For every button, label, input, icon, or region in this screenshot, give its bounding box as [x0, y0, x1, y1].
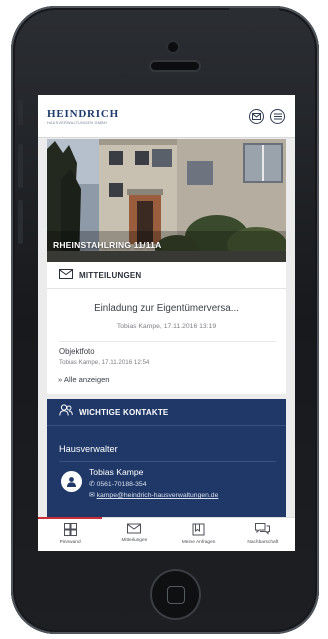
tab-pinnwand[interactable]: Pinnwand [38, 517, 103, 551]
menu-icon[interactable] [270, 109, 285, 124]
person-icon [67, 477, 76, 487]
front-camera [168, 42, 178, 52]
bottom-tab-bar: Pinnwand Mitteilungen Meine Anfragen Nac… [38, 517, 295, 551]
earpiece-speaker [151, 62, 199, 70]
avatar [61, 471, 82, 492]
contact-name: Tobias Kampe [89, 467, 144, 477]
tab-label: Mitteilungen [121, 538, 148, 543]
power-button [229, 8, 279, 14]
tab-label: Nachbarschaft [247, 540, 279, 545]
phone-icon: ✆ [89, 481, 95, 488]
tab-label: Pinnwand [59, 540, 81, 545]
contact-phone-number: 0561-70188-354 [96, 481, 147, 488]
app-header: HEINDRICH HAUSVERWALTUNGEN GMBH [38, 95, 295, 138]
contact-email-address: kampe@heindrich-hausverwaltungen.de [96, 492, 219, 499]
mute-switch [18, 99, 23, 125]
grid-icon [63, 523, 77, 536]
envelope-icon [59, 266, 73, 284]
app-screen: HEINDRICH HAUSVERWALTUNGEN GMBH RHEINSTA… [38, 95, 295, 551]
featured-news-meta: Tobias Kampe, 17.11.2016 13:19 [116, 323, 217, 330]
property-title: RHEINSTAHLRING 11/11A [53, 240, 162, 250]
tab-meine-anfragen[interactable]: Meine Anfragen [167, 518, 231, 551]
divider [59, 341, 276, 342]
company-logo[interactable]: HEINDRICH HAUSVERWALTUNGEN GMBH [47, 108, 119, 125]
mail-icon[interactable] [249, 109, 264, 124]
news-header: MITTEILUNGEN [47, 262, 286, 289]
volume-up-button [18, 144, 23, 188]
news-card: MITTEILUNGEN Einladung zur Eigentümerver… [47, 262, 286, 394]
news-title: MITTEILUNGEN [79, 270, 142, 280]
contacts-header: WICHTIGE KONTAKTE [47, 399, 286, 426]
chat-icon [255, 523, 271, 535]
people-icon [59, 403, 73, 421]
contact-phone[interactable]: ✆ 0561-70188-354 [89, 480, 146, 488]
tab-nachbarschaft[interactable]: Nachbarschaft [231, 518, 295, 551]
property-image[interactable]: RHEINSTAHLRING 11/11A [47, 139, 286, 262]
contacts-card: WICHTIGE KONTAKTE Hausverwalter Tobias K… [47, 399, 286, 519]
logo-subtitle: HAUSVERWALTUNGEN GMBH [47, 121, 108, 125]
featured-news-title[interactable]: Einladung zur Eigentümerversa... [47, 303, 286, 314]
show-all-link[interactable]: » Alle anzeigen [58, 375, 110, 384]
volume-down-button [18, 200, 23, 244]
news-item-meta: Tobias Kampe, 17.11.2016 12:54 [59, 359, 150, 366]
news-item-title[interactable]: Objektfoto [59, 347, 95, 356]
mail-icon: ✉ [89, 492, 95, 499]
tab-mitteilungen[interactable]: Mitteilungen [102, 518, 166, 551]
mail-icon [127, 523, 142, 534]
contact-role: Hausverwalter [59, 444, 118, 454]
home-button[interactable] [152, 571, 199, 618]
divider [59, 461, 276, 462]
contact-email[interactable]: ✉ kampe@heindrich-hausverwaltungen.de [89, 491, 218, 499]
folder-icon [192, 523, 205, 536]
logo-name: HEINDRICH [47, 108, 119, 120]
contacts-title: WICHTIGE KONTAKTE [79, 407, 169, 417]
tab-label: Meine Anfragen [181, 540, 216, 545]
